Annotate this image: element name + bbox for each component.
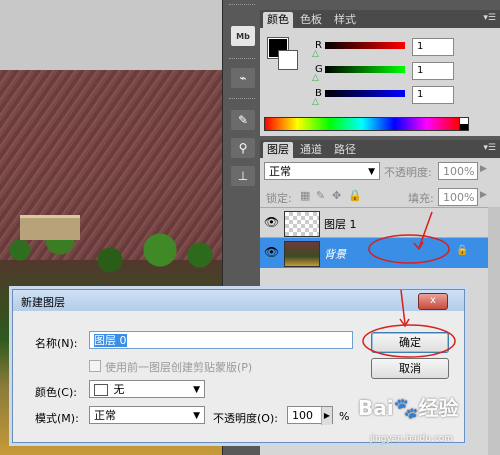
watermark-logo: Bai🐾经验 xyxy=(358,392,459,421)
watermark-brand-2: 经验 xyxy=(418,396,459,420)
watermark-brand: Bai xyxy=(358,396,394,420)
arrow-head-icon xyxy=(413,241,424,251)
watermark-url: jingyan.baidu.com xyxy=(370,434,454,444)
annotation-ellipse-ok-button xyxy=(362,324,456,358)
watermark-paw-icon: 🐾 xyxy=(393,396,419,420)
annotation-arrow-line xyxy=(400,290,406,325)
annotation-arrow-line xyxy=(418,211,433,249)
annotation-ellipse-background-layer xyxy=(368,234,450,264)
